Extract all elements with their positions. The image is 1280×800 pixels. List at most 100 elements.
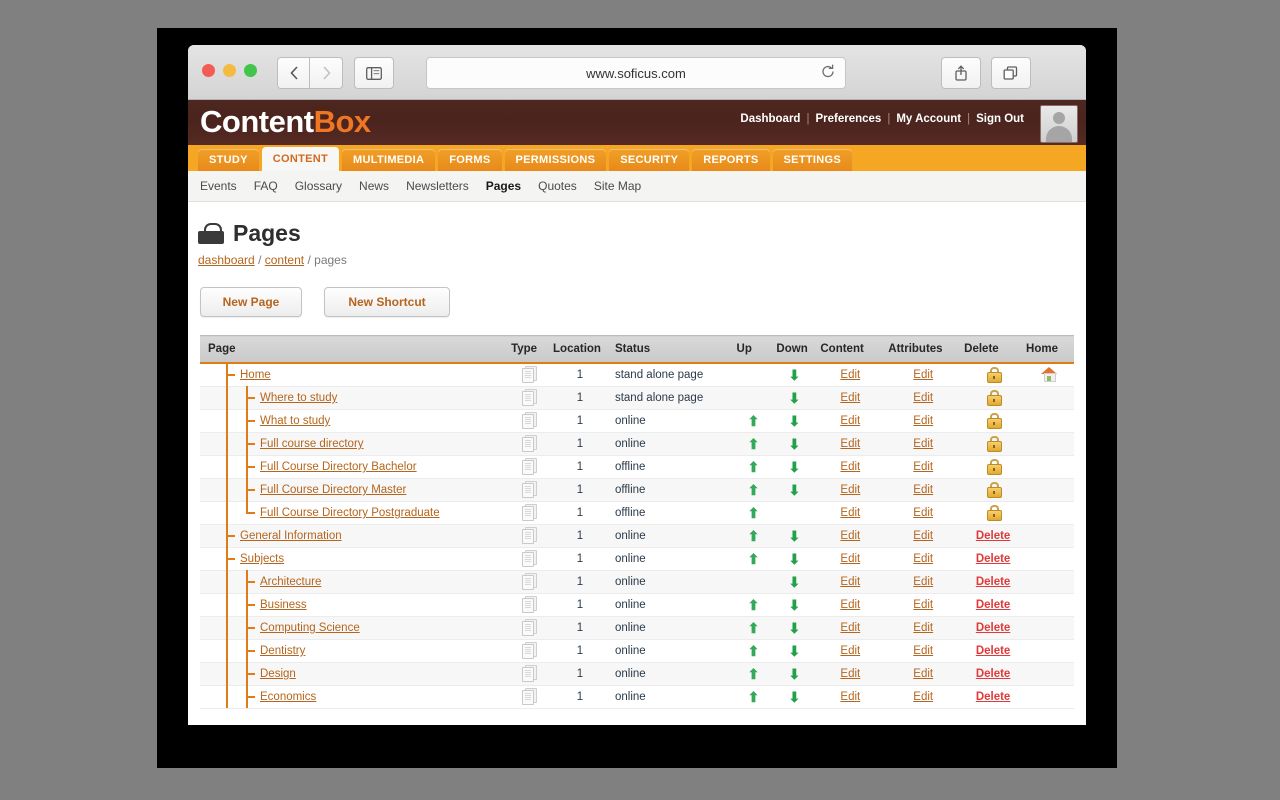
sidebar-toggle-button[interactable] — [354, 57, 394, 89]
arrow-up-icon[interactable]: ⬆ — [748, 460, 760, 474]
content-edit-link[interactable]: Edit — [840, 507, 860, 519]
header-link-my-account[interactable]: My Account — [896, 113, 961, 125]
move-down-cell[interactable]: ⬇ — [772, 386, 817, 410]
attributes-edit-link[interactable]: Edit — [913, 530, 933, 542]
lock-icon[interactable] — [986, 435, 1002, 452]
tab-multimedia[interactable]: MULTIMEDIA — [342, 149, 436, 171]
column-header-home[interactable]: Home — [1024, 335, 1074, 364]
show-all-tabs-button[interactable] — [991, 57, 1031, 89]
subnav-item-site-map[interactable]: Site Map — [594, 179, 641, 193]
content-edit-link[interactable]: Edit — [840, 415, 860, 427]
header-link-dashboard[interactable]: Dashboard — [740, 113, 800, 125]
subnav-item-faq[interactable]: FAQ — [254, 179, 278, 193]
attributes-edit-link[interactable]: Edit — [913, 691, 933, 703]
lock-icon[interactable] — [986, 412, 1002, 429]
page-link[interactable]: Economics — [260, 691, 316, 703]
page-link[interactable]: What to study — [260, 415, 330, 427]
arrow-up-icon[interactable]: ⬆ — [748, 506, 760, 520]
move-down-cell[interactable]: ⬇ — [772, 478, 817, 502]
delete-link[interactable]: Delete — [976, 599, 1011, 611]
attributes-edit-link[interactable]: Edit — [913, 668, 933, 680]
move-down-cell[interactable]: ⬇ — [772, 685, 817, 709]
attributes-edit-link[interactable]: Edit — [913, 369, 933, 381]
column-header-page[interactable]: Page — [200, 335, 508, 364]
move-up-cell[interactable]: ⬆ — [734, 524, 773, 548]
move-down-cell[interactable]: ⬇ — [772, 570, 817, 594]
move-down-cell[interactable]: ⬇ — [772, 639, 817, 663]
address-bar[interactable]: www.soficus.com — [426, 57, 846, 89]
page-link[interactable]: General Information — [240, 530, 342, 542]
column-header-delete[interactable]: Delete — [962, 335, 1025, 364]
arrow-down-icon[interactable]: ⬇ — [789, 391, 801, 405]
attributes-edit-link[interactable]: Edit — [913, 622, 933, 634]
page-link[interactable]: Computing Science — [260, 622, 360, 634]
content-edit-link[interactable]: Edit — [840, 576, 860, 588]
arrow-up-icon[interactable]: ⬆ — [748, 529, 760, 543]
subnav-item-news[interactable]: News — [359, 179, 389, 193]
move-up-cell[interactable]: ⬆ — [734, 478, 773, 502]
arrow-down-icon[interactable]: ⬇ — [789, 368, 801, 382]
move-down-cell[interactable]: ⬇ — [772, 616, 817, 640]
column-header-status[interactable]: Status — [610, 335, 735, 364]
column-header-content[interactable]: Content — [816, 335, 885, 364]
delete-link[interactable]: Delete — [976, 645, 1011, 657]
attributes-edit-link[interactable]: Edit — [913, 553, 933, 565]
arrow-down-icon[interactable]: ⬇ — [789, 552, 801, 566]
delete-link[interactable]: Delete — [976, 553, 1011, 565]
column-header-down[interactable]: Down — [772, 335, 817, 364]
page-link[interactable]: Full Course Directory Master — [260, 484, 406, 496]
subnav-item-events[interactable]: Events — [200, 179, 237, 193]
new-shortcut-button[interactable]: New Shortcut — [324, 287, 450, 317]
arrow-down-icon[interactable]: ⬇ — [789, 437, 801, 451]
tab-settings[interactable]: SETTINGS — [772, 149, 852, 171]
arrow-down-icon[interactable]: ⬇ — [789, 621, 801, 635]
page-link[interactable]: Where to study — [260, 392, 337, 404]
home-icon[interactable] — [1041, 366, 1057, 382]
minimize-window-button[interactable] — [223, 64, 236, 77]
delete-link[interactable]: Delete — [976, 530, 1011, 542]
new-page-button[interactable]: New Page — [200, 287, 302, 317]
lock-icon[interactable] — [986, 389, 1002, 406]
tab-content[interactable]: CONTENT — [261, 147, 340, 171]
arrow-down-icon[interactable]: ⬇ — [789, 414, 801, 428]
back-button[interactable] — [277, 57, 310, 89]
attributes-edit-link[interactable]: Edit — [913, 415, 933, 427]
content-edit-link[interactable]: Edit — [840, 484, 860, 496]
move-down-cell[interactable]: ⬇ — [772, 409, 817, 433]
page-link[interactable]: Full Course Directory Bachelor — [260, 461, 417, 473]
arrow-down-icon[interactable]: ⬇ — [789, 529, 801, 543]
header-link-preferences[interactable]: Preferences — [815, 113, 881, 125]
move-down-cell[interactable]: ⬇ — [772, 547, 817, 571]
delete-link[interactable]: Delete — [976, 691, 1011, 703]
close-window-button[interactable] — [202, 64, 215, 77]
content-edit-link[interactable]: Edit — [840, 392, 860, 404]
arrow-down-icon[interactable]: ⬇ — [789, 460, 801, 474]
subnav-item-pages[interactable]: Pages — [486, 179, 521, 193]
move-down-cell[interactable]: ⬇ — [772, 432, 817, 456]
arrow-down-icon[interactable]: ⬇ — [789, 644, 801, 658]
column-header-type[interactable]: Type — [507, 335, 550, 364]
page-link[interactable]: Architecture — [260, 576, 321, 588]
attributes-edit-link[interactable]: Edit — [913, 438, 933, 450]
move-up-cell[interactable]: ⬆ — [734, 547, 773, 571]
content-edit-link[interactable]: Edit — [840, 369, 860, 381]
arrow-down-icon[interactable]: ⬇ — [789, 575, 801, 589]
move-up-cell[interactable]: ⬆ — [734, 593, 773, 617]
tab-study[interactable]: STUDY — [198, 149, 259, 171]
page-link[interactable]: Home — [240, 369, 271, 381]
breadcrumb-dashboard[interactable]: dashboard — [198, 253, 255, 267]
content-edit-link[interactable]: Edit — [840, 691, 860, 703]
content-edit-link[interactable]: Edit — [840, 438, 860, 450]
move-up-cell[interactable]: ⬆ — [734, 432, 773, 456]
arrow-down-icon[interactable]: ⬇ — [789, 667, 801, 681]
lock-icon[interactable] — [986, 366, 1002, 383]
arrow-up-icon[interactable]: ⬆ — [748, 644, 760, 658]
arrow-up-icon[interactable]: ⬆ — [748, 483, 760, 497]
move-down-cell[interactable]: ⬇ — [772, 524, 817, 548]
move-down-cell[interactable]: ⬇ — [772, 593, 817, 617]
subnav-item-glossary[interactable]: Glossary — [295, 179, 342, 193]
tab-reports[interactable]: REPORTS — [692, 149, 770, 171]
move-up-cell[interactable]: ⬆ — [734, 501, 773, 525]
move-up-cell[interactable]: ⬆ — [734, 616, 773, 640]
attributes-edit-link[interactable]: Edit — [913, 392, 933, 404]
